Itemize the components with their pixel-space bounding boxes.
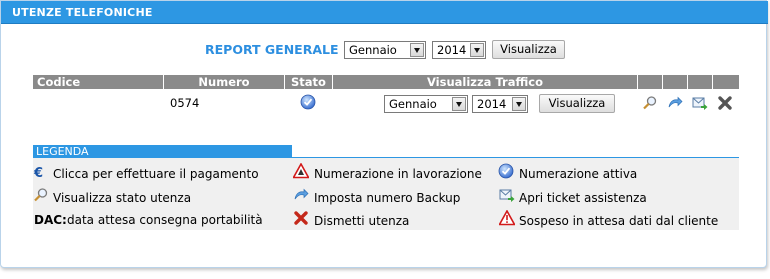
header-numero: Numero bbox=[164, 75, 284, 89]
legend-item-stato-utenza: Visualizza stato utenza bbox=[53, 191, 192, 205]
header-action-4 bbox=[713, 75, 739, 89]
legend-item-lavorazione: Numerazione in lavorazione bbox=[314, 167, 482, 181]
legend-item-backup: Imposta numero Backup bbox=[314, 191, 461, 205]
chevron-down-icon[interactable] bbox=[470, 43, 484, 57]
panel-title: UTENZE TELEFONICHE bbox=[12, 6, 153, 19]
legend-item-pagamento: Clicca per effettuare il pagamento bbox=[53, 167, 259, 181]
chevron-down-icon[interactable] bbox=[410, 43, 424, 57]
header-action-3 bbox=[688, 75, 712, 89]
header-visualizza-traffico: Visualizza Traffico bbox=[333, 75, 637, 89]
header-codice: Codice bbox=[33, 75, 163, 89]
chevron-down-icon[interactable] bbox=[452, 97, 466, 111]
report-visualizza-button[interactable]: Visualizza bbox=[492, 40, 565, 59]
cell-numero: 0574 bbox=[170, 96, 200, 110]
report-month-value: Gennaio bbox=[349, 43, 397, 57]
magnifier-icon bbox=[34, 188, 48, 202]
delete-x-icon bbox=[294, 211, 308, 225]
legend-item-sospeso: Sospeso in attesa dati dal cliente bbox=[519, 214, 719, 228]
report-generale-label: REPORT GENERALE bbox=[205, 42, 339, 57]
euro-icon: € bbox=[34, 166, 44, 181]
active-status-icon bbox=[498, 163, 514, 179]
ticket-mail-icon bbox=[499, 189, 515, 202]
legend-item-dismetti: Dismetti utenza bbox=[314, 214, 410, 228]
warning-icon bbox=[499, 210, 515, 226]
header-action-2 bbox=[663, 75, 687, 89]
report-month-select[interactable]: Gennaio bbox=[344, 41, 426, 59]
row-visualizza-button[interactable]: Visualizza bbox=[539, 94, 615, 113]
ticket-mail-icon[interactable] bbox=[692, 95, 708, 111]
work-in-progress-icon bbox=[293, 163, 309, 179]
panel-titlebar: UTENZE TELEFONICHE bbox=[1, 1, 768, 24]
report-generale-row: REPORT GENERALE Gennaio 2014 Visualizza bbox=[1, 39, 768, 61]
active-status-icon bbox=[300, 94, 316, 110]
row-year-select[interactable]: 2014 bbox=[472, 95, 528, 113]
backup-arrow-icon bbox=[294, 188, 309, 200]
legend-item-attiva: Numerazione attiva bbox=[519, 167, 638, 181]
row-month-value: Gennaio bbox=[389, 97, 437, 111]
legend-item-ticket: Apri ticket assistenza bbox=[519, 191, 647, 205]
legend-item-dac: data attesa consegna portabilità bbox=[67, 213, 263, 227]
header-stato: Stato bbox=[285, 75, 332, 89]
header-action-1 bbox=[638, 75, 662, 89]
delete-x-icon[interactable] bbox=[717, 95, 733, 111]
report-year-value: 2014 bbox=[437, 43, 467, 57]
report-year-select[interactable]: 2014 bbox=[432, 41, 486, 59]
backup-arrow-icon[interactable] bbox=[667, 95, 683, 111]
utenze-panel: UTENZE TELEFONICHE REPORT GENERALE Genna… bbox=[0, 0, 768, 268]
magnifier-icon[interactable] bbox=[642, 95, 658, 111]
row-month-select[interactable]: Gennaio bbox=[384, 95, 468, 113]
row-year-value: 2014 bbox=[477, 97, 507, 111]
chevron-down-icon[interactable] bbox=[512, 97, 526, 111]
legend-dac-label: DAC: bbox=[34, 213, 67, 227]
